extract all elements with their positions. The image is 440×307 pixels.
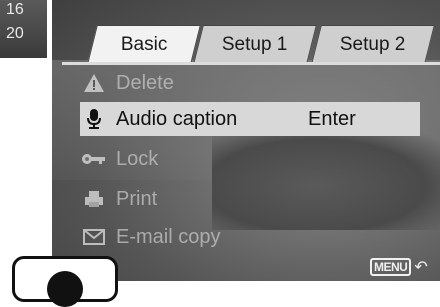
menu-item-lock-label: Lock	[116, 147, 159, 170]
strip-number-1: 16	[6, 1, 24, 18]
thumbnail-strip: 16 20	[0, 0, 47, 58]
tab-basic-label: Basic	[120, 34, 168, 55]
menu-tabs: Basic Setup 1 Setup 2	[52, 0, 440, 65]
menu-key-label: MENU	[370, 258, 412, 276]
tab-setup-2-label: Setup 2	[340, 34, 406, 55]
menu-back-hint[interactable]: MENU ↶	[370, 256, 428, 278]
strip-number-2: 20	[6, 25, 24, 42]
menu-item-print-label: Print	[116, 187, 158, 210]
tab-setup-1-label: Setup 1	[222, 34, 288, 55]
menu-item-lock[interactable]: Lock	[80, 142, 420, 176]
menu-item-print[interactable]: Print	[80, 182, 420, 216]
return-arrow-icon: ↶	[414, 259, 428, 276]
menu-item-audio-caption[interactable]: Audio caption Enter	[80, 102, 420, 136]
menu-item-audio-caption-value: Enter	[308, 107, 356, 130]
camera-body-control	[12, 256, 118, 307]
tab-setup-1[interactable]: Setup 1	[193, 25, 317, 64]
tab-underline	[62, 62, 440, 65]
tab-setup-2[interactable]: Setup 2	[311, 25, 435, 64]
camera-lcd-screen: Basic Setup 1 Setup 2 Delete Audio capti…	[52, 0, 440, 281]
menu-item-delete-label: Delete	[116, 71, 174, 94]
envelope-icon	[80, 225, 108, 249]
printer-icon	[80, 187, 108, 211]
control-button-icon	[47, 271, 83, 307]
menu-item-email-copy[interactable]: E-mail copy	[80, 220, 420, 254]
menu-item-audio-caption-label: Audio caption	[116, 107, 238, 130]
microphone-icon	[80, 107, 108, 131]
warning-icon	[80, 71, 108, 95]
key-icon	[80, 147, 108, 171]
tab-basic[interactable]: Basic	[87, 25, 201, 64]
menu-item-delete[interactable]: Delete	[80, 66, 420, 100]
menu-item-email-copy-label: E-mail copy	[116, 225, 221, 248]
